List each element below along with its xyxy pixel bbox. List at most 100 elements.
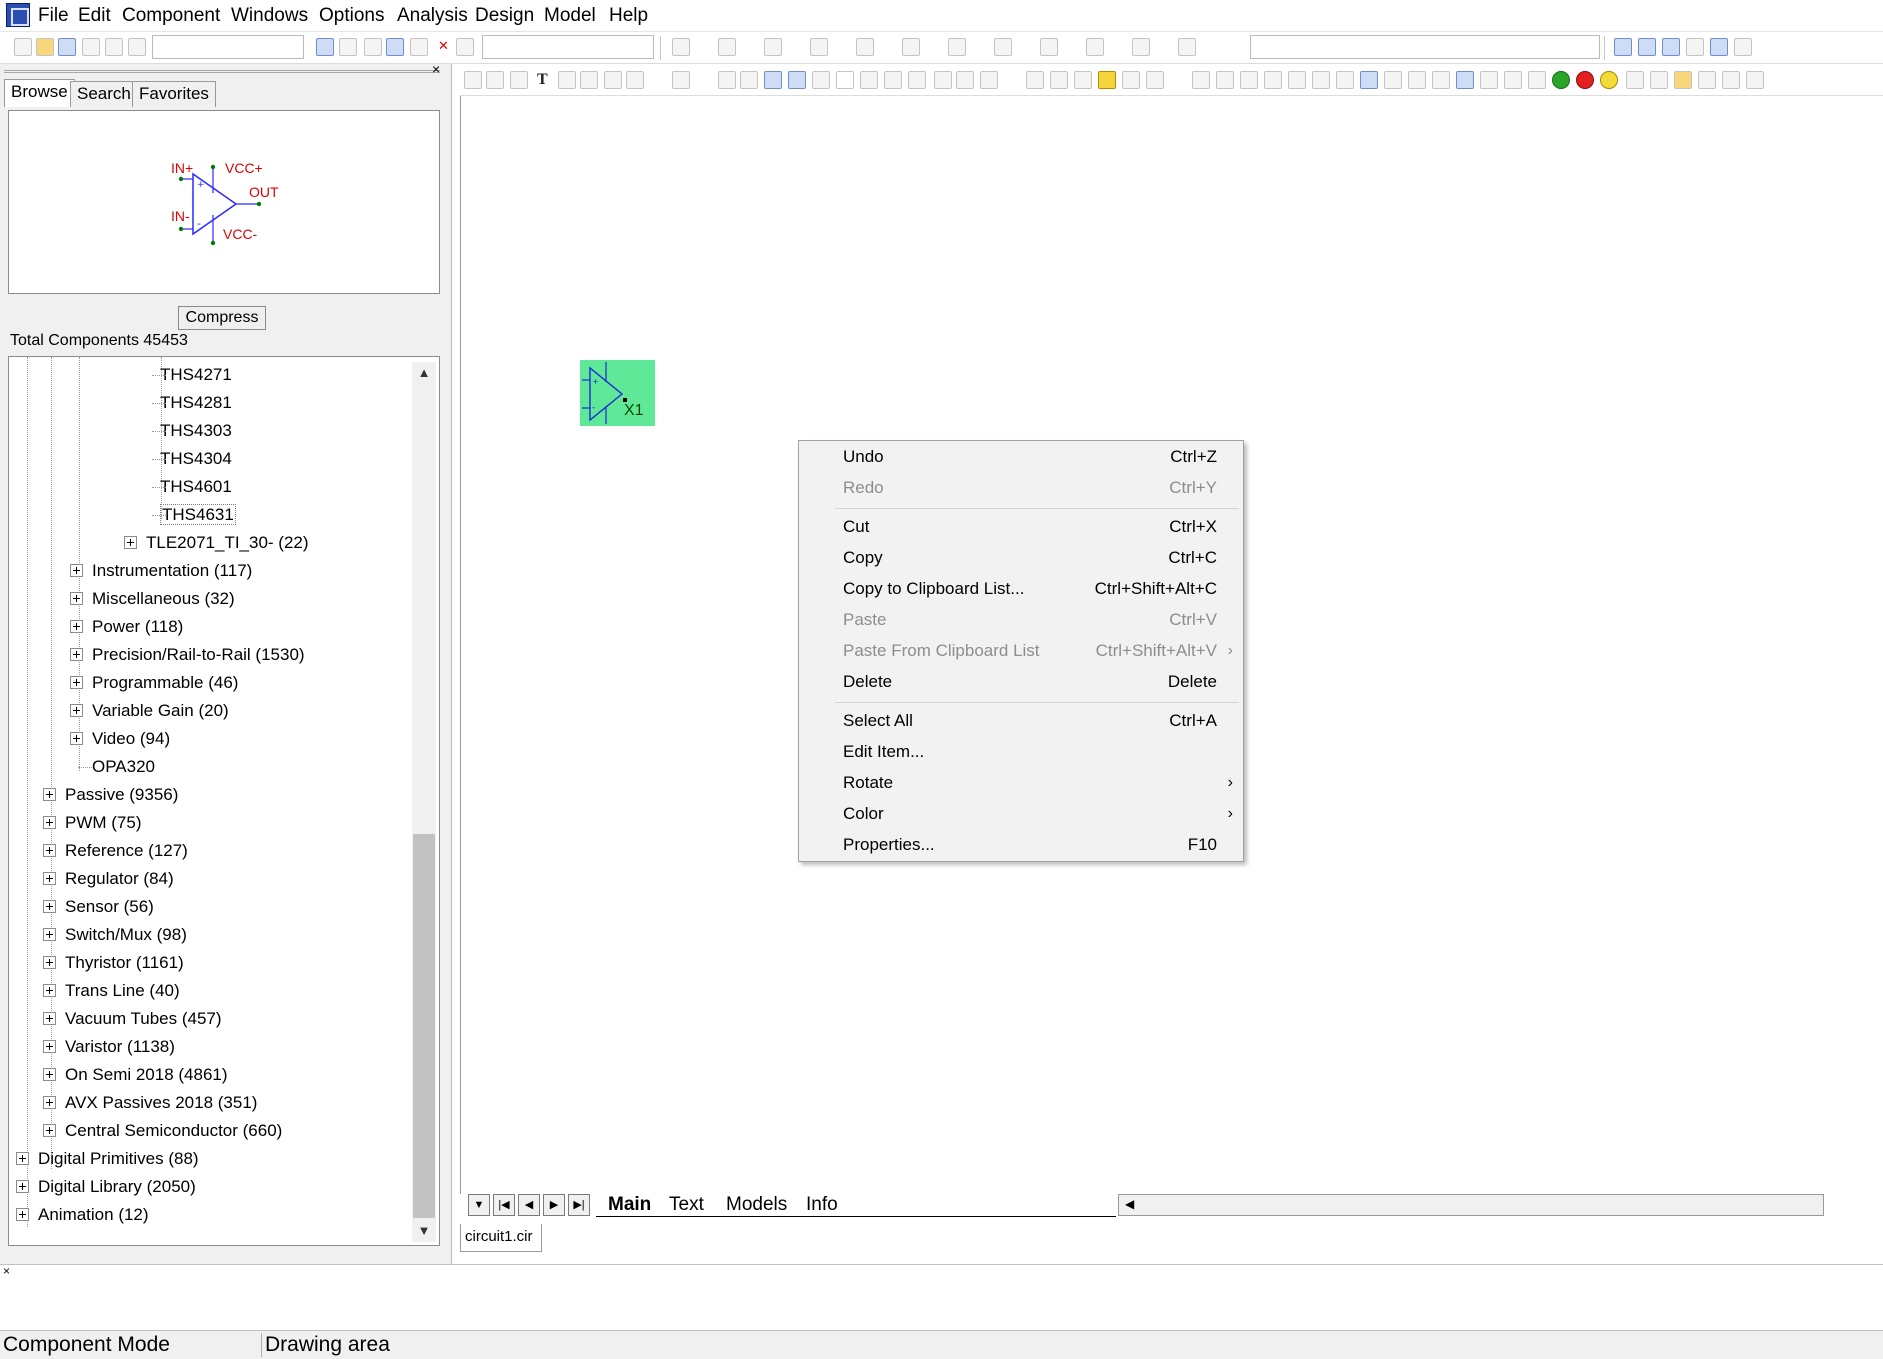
information-icon[interactable] xyxy=(764,71,782,89)
tree-item[interactable]: THS4271 xyxy=(152,362,232,388)
file-combo[interactable] xyxy=(152,35,304,59)
frame-icon[interactable] xyxy=(1336,71,1354,89)
menu-options[interactable]: Options xyxy=(319,6,384,26)
expand-icon[interactable] xyxy=(43,1040,56,1053)
tab-main[interactable]: Main xyxy=(608,1193,651,1217)
maximize-icon[interactable] xyxy=(1710,38,1728,56)
tag-icon[interactable] xyxy=(740,71,758,89)
expand-icon[interactable] xyxy=(70,648,83,661)
tree-item-selected[interactable]: THS4631 xyxy=(152,502,236,528)
select-arrow-icon[interactable] xyxy=(464,71,482,89)
tree-item[interactable]: Instrumentation (117) xyxy=(70,558,252,584)
page-icon[interactable] xyxy=(1216,71,1234,89)
panel-grip[interactable] xyxy=(4,70,440,73)
inductor-icon[interactable] xyxy=(810,38,828,56)
globe-icon[interactable] xyxy=(812,71,830,89)
battery-icon[interactable] xyxy=(1086,38,1104,56)
menu-component[interactable]: Component xyxy=(122,6,220,26)
line-tool-icon[interactable] xyxy=(558,71,576,89)
calculator-icon[interactable] xyxy=(1734,38,1752,56)
tab-search[interactable]: Search xyxy=(70,81,138,107)
expand-icon[interactable] xyxy=(16,1180,29,1193)
page-menu-icon[interactable]: ▼ xyxy=(468,1194,490,1216)
save-icon[interactable] xyxy=(58,38,76,56)
stop-icon[interactable] xyxy=(1576,71,1594,89)
tree-item[interactable]: TLE2071_TI_30- (22) xyxy=(124,530,309,556)
horizontal-scrollbar[interactable]: ◀ xyxy=(1118,1194,1824,1216)
tree-item[interactable]: Central Semiconductor (660) xyxy=(43,1118,282,1144)
find-icon[interactable] xyxy=(1432,71,1450,89)
cross-icon[interactable] xyxy=(1122,71,1140,89)
expand-icon[interactable] xyxy=(16,1208,29,1221)
flip-x-icon[interactable] xyxy=(1050,71,1068,89)
expand-icon[interactable] xyxy=(43,844,56,857)
tree-item[interactable]: Switch/Mux (98) xyxy=(43,922,187,948)
last-page-icon[interactable]: ▶| xyxy=(568,1194,590,1216)
expand-icon[interactable] xyxy=(43,1096,56,1109)
compress-button[interactable]: Compress xyxy=(178,306,266,330)
text-tool-icon[interactable]: T xyxy=(534,71,552,89)
tree-item[interactable]: Digital Primitives (88) xyxy=(16,1146,199,1172)
warning-icon[interactable] xyxy=(1098,71,1116,89)
tree-item[interactable]: Animation (12) xyxy=(16,1202,149,1228)
run-icon[interactable] xyxy=(1552,71,1570,89)
tree-item[interactable]: Regulator (84) xyxy=(43,866,174,892)
scrollbar-thumb[interactable] xyxy=(413,834,435,1218)
print-icon[interactable] xyxy=(128,38,146,56)
app-icon[interactable] xyxy=(6,3,30,27)
tree-item[interactable]: On Semi 2018 (4861) xyxy=(43,1062,228,1088)
ground-icon[interactable] xyxy=(672,38,690,56)
tab-browse[interactable]: Browse xyxy=(4,79,75,107)
wire-icon[interactable] xyxy=(510,71,528,89)
tree-item[interactable]: Power (118) xyxy=(70,614,183,640)
clip-icon[interactable] xyxy=(1504,71,1522,89)
open-folder-icon[interactable] xyxy=(36,38,54,56)
binoculars-icon[interactable] xyxy=(1456,71,1474,89)
scroll-up-icon[interactable]: ▲ xyxy=(412,362,436,384)
pin-connections-icon[interactable] xyxy=(956,71,974,89)
ungroup-icon[interactable] xyxy=(1650,71,1668,89)
tree-item[interactable]: THS4601 xyxy=(152,474,232,500)
menu-design[interactable]: Design xyxy=(475,6,534,26)
picture-icon[interactable] xyxy=(604,71,622,89)
tree-item[interactable]: Sensor (56) xyxy=(43,894,154,920)
pin-icon[interactable] xyxy=(672,71,690,89)
opamp-icon[interactable] xyxy=(994,38,1012,56)
table-icon[interactable] xyxy=(860,71,878,89)
bounding-box-icon[interactable] xyxy=(1312,71,1330,89)
tree-item[interactable]: Trans Line (40) xyxy=(43,978,180,1004)
source-icon[interactable] xyxy=(1132,38,1150,56)
menu-item-edit-item[interactable]: Edit Item... xyxy=(799,736,1243,767)
expand-icon[interactable] xyxy=(43,872,56,885)
component-combo[interactable] xyxy=(482,35,654,59)
expand-icon[interactable] xyxy=(70,676,83,689)
checkbox-icon[interactable] xyxy=(836,71,854,89)
scroll-down-icon[interactable]: ▼ xyxy=(412,1220,436,1242)
expand-icon[interactable] xyxy=(43,1068,56,1081)
grid-toggle-icon[interactable] xyxy=(884,71,902,89)
import-icon[interactable] xyxy=(1722,71,1740,89)
new-file-icon[interactable] xyxy=(14,38,32,56)
menu-item-select-all[interactable]: Select All Ctrl+A xyxy=(799,705,1243,736)
expand-icon[interactable] xyxy=(70,620,83,633)
menu-item-paste-from-clipboard-list[interactable]: Paste From Clipboard List Ctrl+Shift+Alt+… xyxy=(799,635,1243,666)
pause-icon[interactable] xyxy=(1600,71,1618,89)
menu-item-properties[interactable]: Properties... F10 xyxy=(799,829,1243,860)
edit-item-icon[interactable] xyxy=(1528,71,1546,89)
dot-grid-icon[interactable] xyxy=(1146,71,1164,89)
clipboard-list-icon[interactable] xyxy=(456,38,474,56)
macro-icon[interactable] xyxy=(1040,38,1058,56)
tree-item[interactable]: Programmable (46) xyxy=(70,670,238,696)
delete-icon[interactable]: ✕ xyxy=(434,38,452,56)
help-tool-icon[interactable] xyxy=(788,71,806,89)
mosfet-icon[interactable] xyxy=(948,38,966,56)
prev-page-icon[interactable]: ◀ xyxy=(518,1194,540,1216)
transistor-icon[interactable] xyxy=(902,38,920,56)
part-search-combo[interactable] xyxy=(1250,35,1600,59)
expand-icon[interactable] xyxy=(43,956,56,969)
check-electrical-icon[interactable] xyxy=(1288,71,1306,89)
tree-item[interactable]: Vacuum Tubes (457) xyxy=(43,1006,222,1032)
diode-icon[interactable] xyxy=(856,38,874,56)
node-numbers-icon[interactable] xyxy=(934,71,952,89)
expand-icon[interactable] xyxy=(124,536,137,549)
